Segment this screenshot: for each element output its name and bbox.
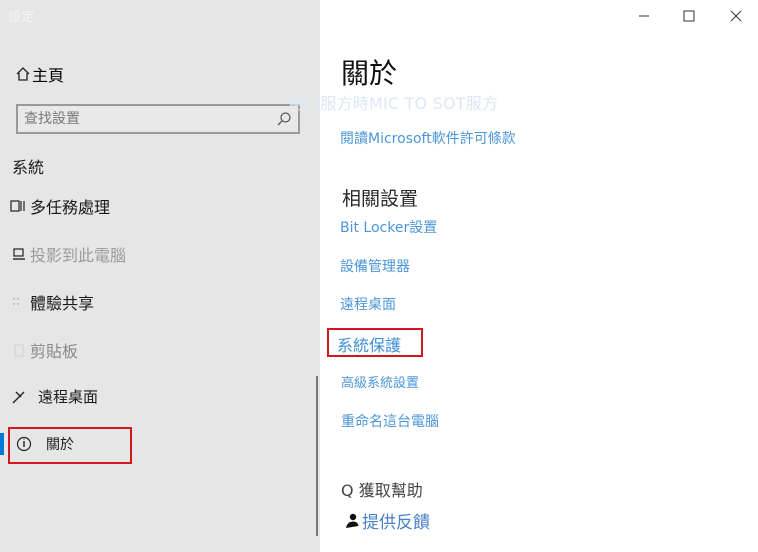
sidebar-item-label: 多任務處理 [30, 198, 111, 217]
sidebar: 設定 主頁 系統 多任務處理 投影到此電腦 體驗共享 剪貼板 [0, 0, 320, 552]
selected-indicator [0, 433, 4, 455]
sidebar-section-title: 系統 [12, 158, 45, 177]
close-icon [730, 10, 742, 22]
info-icon [16, 435, 34, 453]
home-label: 主頁 [32, 66, 65, 85]
feedback-link[interactable]: 提供反饋 [344, 508, 430, 533]
license-link[interactable]: 閱讀Microsoft軟件許可條款 [340, 128, 516, 148]
bitlocker-link[interactable]: Bit Locker設置 [340, 217, 437, 237]
sidebar-item-label: 剪貼板 [30, 342, 79, 361]
remote-desktop-icon [10, 388, 28, 406]
page-title: 關於 [341, 57, 398, 90]
minimize-icon [639, 15, 649, 17]
advanced-system-settings-link[interactable]: 高級系統設置 [341, 372, 419, 391]
get-help-label: 獲取幫助 [358, 481, 423, 500]
system-protection-link[interactable]: 系統保護 [337, 332, 401, 356]
close-button[interactable] [726, 6, 746, 26]
home-icon [16, 66, 30, 82]
get-help-link[interactable]: Q 獲取幫助 [341, 477, 423, 501]
sidebar-item-label: 體驗共享 [30, 294, 95, 313]
feedback-icon [344, 512, 360, 530]
overlay-text: 用门服方時MIC TO SOT服方 [288, 94, 499, 113]
sidebar-item-label: 關於 [46, 437, 74, 453]
search-input[interactable] [24, 110, 274, 128]
multitask-icon [10, 197, 28, 215]
maximize-button[interactable] [679, 6, 699, 26]
minimize-button[interactable] [634, 6, 654, 26]
sidebar-scrollbar[interactable] [316, 376, 318, 536]
sidebar-item-shared-experiences[interactable]: 體驗共享 [10, 290, 94, 314]
sidebar-item-label: 遠程桌面 [38, 388, 99, 406]
project-icon [10, 245, 28, 263]
sidebar-item-label: 投影到此電腦 [30, 246, 127, 265]
search-box[interactable] [16, 104, 300, 134]
rename-pc-link[interactable]: 重命名這台電腦 [341, 411, 439, 431]
sidebar-item-multitasking[interactable]: 多任務處理 [10, 194, 110, 218]
feedback-label: 提供反饋 [362, 513, 430, 533]
related-settings-title: 相關設置 [342, 188, 419, 210]
maximize-icon [683, 10, 695, 22]
shared-experiences-icon [10, 293, 28, 311]
help-icon: Q [341, 481, 359, 500]
sidebar-item-clipboard[interactable]: 剪貼板 [10, 338, 78, 362]
sidebar-home[interactable]: 主頁 [16, 62, 64, 86]
window-title: 設定 [8, 10, 35, 25]
sidebar-item-about[interactable]: 關於 [16, 434, 74, 454]
remote-desktop-link[interactable]: 遠程桌面 [340, 294, 396, 314]
clipboard-icon [10, 341, 28, 359]
device-manager-link[interactable]: 設備管理器 [340, 256, 410, 276]
sidebar-item-project[interactable]: 投影到此電腦 [10, 242, 126, 266]
sidebar-item-remote-desktop[interactable]: 遠程桌面 [10, 386, 98, 407]
